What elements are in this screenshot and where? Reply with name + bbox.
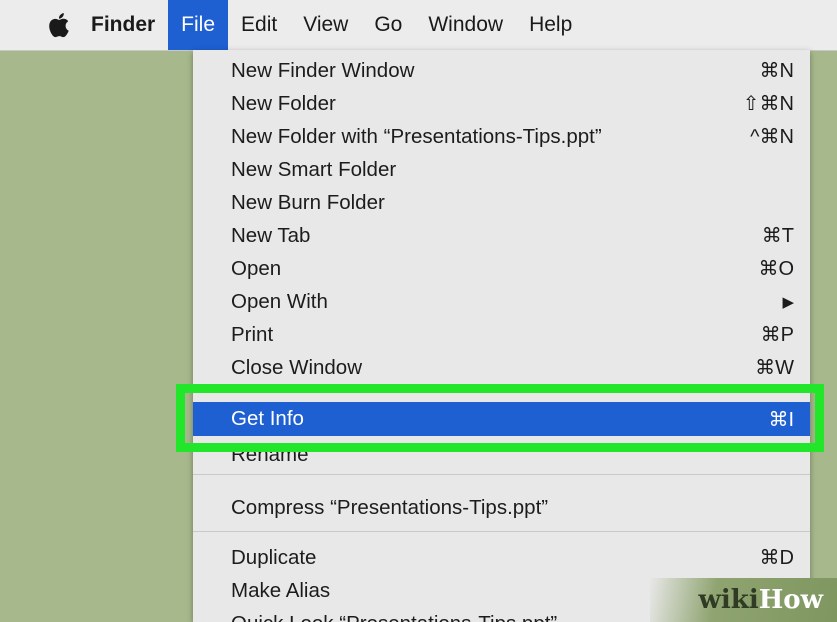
menu-item-new-burn-folder[interactable]: New Burn Folder (193, 186, 810, 219)
menu-separator (193, 531, 810, 532)
wikihow-watermark: wiki How (650, 578, 837, 622)
menu-go[interactable]: Go (361, 0, 415, 50)
menu-item-new-smart-folder[interactable]: New Smart Folder (193, 153, 810, 186)
menu-item-label: New Smart Folder (231, 157, 397, 181)
menu-item-close-window[interactable]: Close Window ⌘W (193, 351, 810, 384)
shortcut-label: ⌘I (768, 408, 794, 431)
menu-item-print[interactable]: Print ⌘P (193, 318, 810, 351)
menu-file[interactable]: File (168, 0, 229, 50)
menu-item-label: New Tab (231, 223, 311, 247)
apple-logo-icon[interactable] (40, 0, 78, 50)
file-menu-dropdown: New Finder Window ⌘N New Folder ⇧⌘N New … (193, 50, 810, 622)
menu-edit[interactable]: Edit (228, 0, 290, 50)
menu-separator (193, 474, 810, 475)
shortcut-label: ^⌘N (750, 126, 794, 148)
menu-item-label: Get Info (231, 407, 304, 430)
menu-item-new-tab[interactable]: New Tab ⌘T (193, 219, 810, 252)
menu-item-label: Quick Look “Presentations-Tips.ppt” (231, 612, 557, 622)
menu-item-duplicate[interactable]: Duplicate ⌘D (193, 541, 810, 574)
menu-item-label: Rename (231, 442, 309, 466)
watermark-how: How (758, 585, 823, 615)
shortcut-label: ⌘W (755, 357, 794, 379)
menu-item-label: New Burn Folder (231, 190, 385, 214)
menu-item-label: New Finder Window (231, 58, 415, 82)
menu-item-label: New Folder (231, 91, 336, 115)
menu-item-label: Open With (231, 289, 328, 313)
menu-item-new-folder-with-selection[interactable]: New Folder with “Presentations-Tips.ppt”… (193, 120, 810, 153)
shortcut-label: ⌘N (759, 60, 794, 82)
menu-item-label: Duplicate (231, 545, 317, 569)
menu-item-label: Close Window (231, 355, 363, 379)
shortcut-label: ⌘D (759, 547, 794, 569)
menu-bar: Finder File Edit View Go Window Help (0, 0, 837, 51)
menu-item-open[interactable]: Open ⌘O (193, 252, 810, 285)
menu-help[interactable]: Help (516, 0, 585, 50)
shortcut-label: ⌘P (760, 324, 794, 346)
menu-item-rename[interactable]: Rename (193, 438, 810, 471)
menu-finder[interactable]: Finder (78, 0, 168, 50)
submenu-arrow-icon: ▶ (782, 293, 794, 311)
shortcut-label: ⌘O (758, 258, 794, 280)
menu-separator (193, 391, 810, 392)
menu-item-new-folder[interactable]: New Folder ⇧⌘N (193, 87, 810, 120)
menu-item-label: Compress “Presentations-Tips.ppt” (231, 495, 549, 519)
menu-item-label: Print (231, 322, 274, 346)
shortcut-label: ⌘T (761, 225, 794, 247)
menu-item-label: Open (231, 256, 282, 280)
menu-item-label: New Folder with “Presentations-Tips.ppt” (231, 124, 602, 148)
menu-item-open-with[interactable]: Open With ▶ (193, 285, 810, 318)
watermark-wiki: wiki (698, 585, 759, 615)
menu-item-get-info[interactable]: Get Info ⌘I (193, 402, 810, 436)
menu-item-compress[interactable]: Compress “Presentations-Tips.ppt” (193, 491, 810, 524)
menu-window[interactable]: Window (415, 0, 516, 50)
menu-view[interactable]: View (290, 0, 361, 50)
menu-item-new-finder-window[interactable]: New Finder Window ⌘N (193, 54, 810, 87)
menu-item-label: Make Alias (231, 578, 331, 602)
shortcut-label: ⇧⌘N (742, 93, 794, 115)
